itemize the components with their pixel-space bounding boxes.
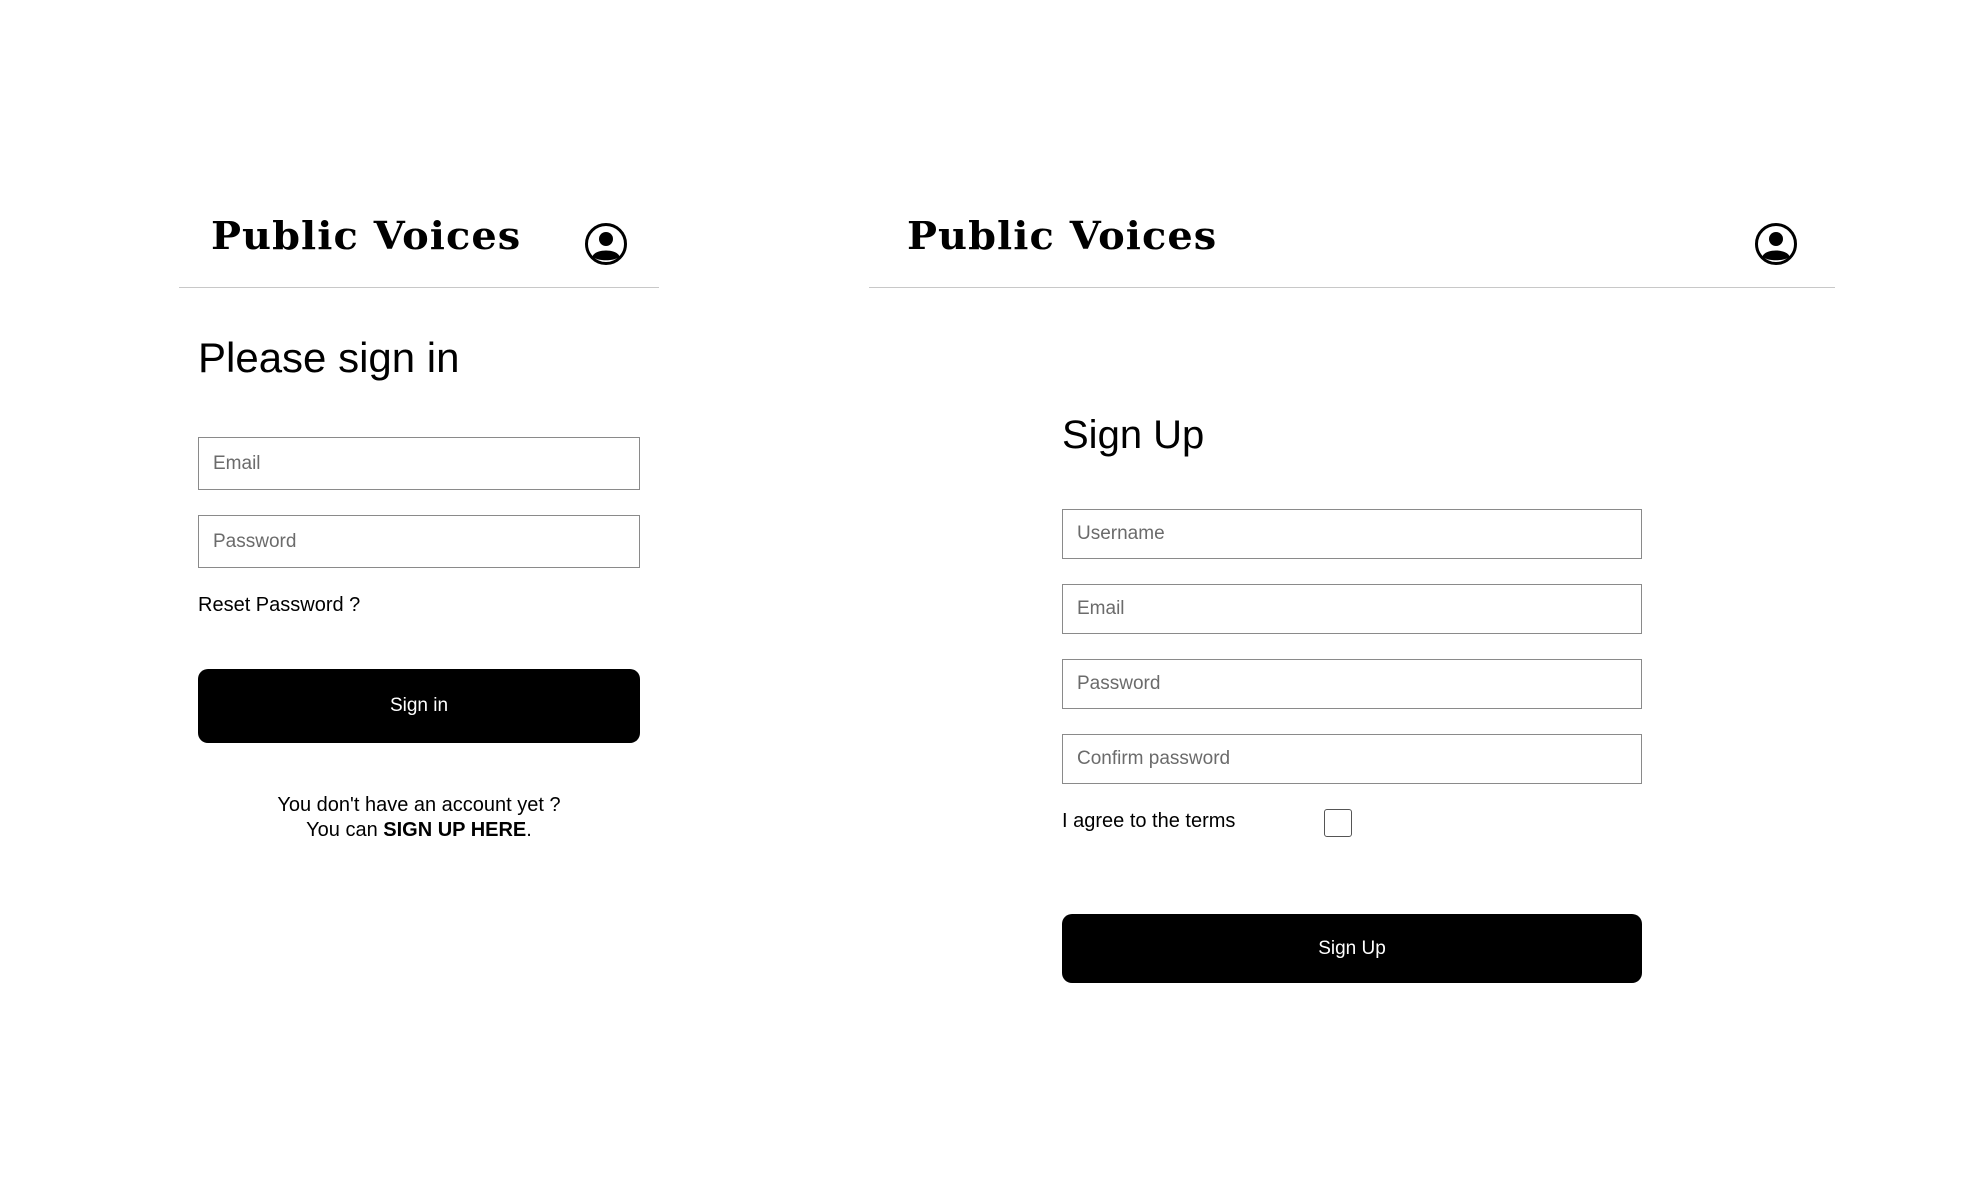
- page-title: Please sign in: [198, 334, 460, 381]
- sign-up-here-link[interactable]: SIGN UP HERE: [383, 819, 526, 841]
- signup-hint-line2: You can SIGN UP HERE.: [198, 818, 640, 843]
- email-field[interactable]: [198, 437, 640, 490]
- user-circle-icon[interactable]: [1754, 222, 1798, 266]
- signup-hint-line1: You don't have an account yet ?: [277, 794, 561, 816]
- terms-label: I agree to the terms: [1062, 810, 1236, 832]
- password-field[interactable]: [1062, 659, 1642, 709]
- signup-hint-suffix: .: [526, 819, 532, 841]
- reset-password-link[interactable]: Reset Password ?: [198, 594, 360, 617]
- signin-header: Public Voices: [179, 205, 659, 288]
- email-field[interactable]: [1062, 584, 1642, 634]
- signup-header: Public Voices: [869, 205, 1835, 288]
- password-field[interactable]: [198, 515, 640, 568]
- sign-in-button[interactable]: Sign in: [198, 669, 640, 743]
- page-title: Sign Up: [1062, 413, 1205, 457]
- page: Public Voices Please sign in Reset Passw…: [0, 0, 1980, 1200]
- logo[interactable]: Public Voices: [211, 217, 521, 255]
- sign-up-button[interactable]: Sign Up: [1062, 914, 1642, 983]
- user-circle-icon[interactable]: [584, 222, 628, 266]
- signup-hint: You don't have an account yet ? You can …: [198, 793, 640, 843]
- confirm-password-field[interactable]: [1062, 734, 1642, 784]
- logo[interactable]: Public Voices: [907, 217, 1217, 255]
- signin-panel: Public Voices Please sign in Reset Passw…: [179, 205, 659, 841]
- signup-panel: Public Voices Sign Up I agree to the ter…: [869, 205, 1835, 1005]
- signup-hint-prefix: You can: [306, 819, 384, 841]
- terms-checkbox[interactable]: [1324, 809, 1352, 837]
- username-field[interactable]: [1062, 509, 1642, 559]
